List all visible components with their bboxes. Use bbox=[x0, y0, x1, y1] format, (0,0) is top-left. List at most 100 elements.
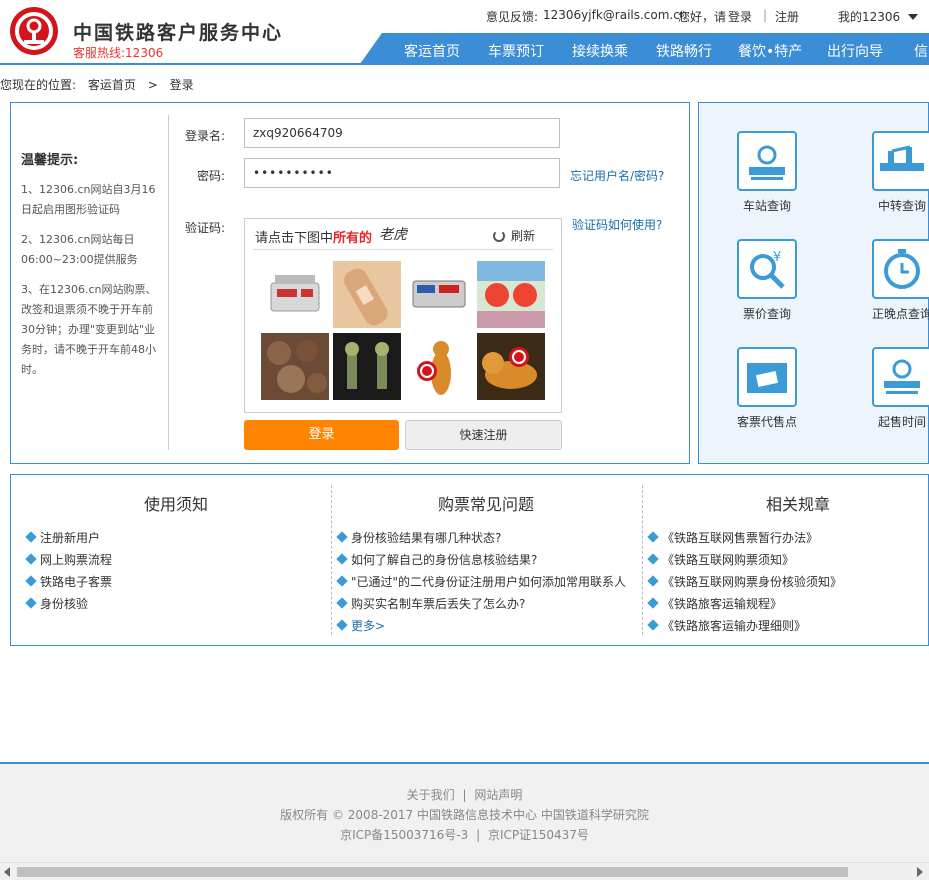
captcha-help-link[interactable]: 验证码如何使用? bbox=[572, 216, 662, 233]
info-section: 使用须知 注册新用户 网上购票流程 铁路电子客票 身份核验 购票常见问题 身份核… bbox=[10, 474, 929, 646]
station-query-label[interactable]: 车站查询 bbox=[717, 197, 817, 214]
captcha-refresh-button[interactable]: 刷新 bbox=[493, 227, 535, 244]
username-label: 登录名: bbox=[185, 129, 226, 143]
column-divider bbox=[642, 485, 643, 635]
list-item[interactable]: 网上购票流程 bbox=[25, 551, 113, 568]
captcha-image-trophies[interactable] bbox=[333, 333, 401, 400]
price-query-label[interactable]: 票价查询 bbox=[717, 305, 817, 322]
diamond-bullet-icon bbox=[336, 575, 348, 587]
list-item-text: 网上购票流程 bbox=[40, 553, 113, 567]
transfer-icon[interactable] bbox=[872, 131, 929, 191]
feedback-email-link[interactable]: 12306yjfk@rails.com.cn bbox=[543, 8, 687, 22]
transfer-query-label[interactable]: 中转查询 bbox=[852, 197, 929, 214]
usage-notice-title: 使用须知 bbox=[144, 495, 209, 514]
list-item[interactable]: 《铁路互联网购票身份核验须知》 bbox=[647, 573, 843, 590]
list-item-text: 《铁路互联网购票身份核验须知》 bbox=[662, 575, 843, 589]
more-label: 更多> bbox=[351, 619, 386, 633]
nav-railway-travel[interactable]: 铁路畅行 bbox=[656, 41, 712, 61]
horizontal-scrollbar[interactable] bbox=[0, 862, 929, 880]
more-link[interactable]: 更多> bbox=[336, 617, 386, 634]
captcha-image-scale-2[interactable] bbox=[405, 261, 473, 328]
list-item-text: 《铁路互联网购票须知》 bbox=[662, 553, 795, 567]
divider bbox=[168, 115, 169, 450]
diamond-bullet-icon bbox=[647, 619, 659, 631]
list-item[interactable]: 铁路电子客票 bbox=[25, 573, 112, 590]
railway-logo-icon[interactable] bbox=[10, 7, 58, 55]
list-item[interactable]: 身份核验结果有哪几种状态? bbox=[336, 529, 502, 546]
register-link[interactable]: 注册 bbox=[775, 8, 799, 25]
diamond-bullet-icon bbox=[647, 531, 659, 543]
list-item-text: 身份核验 bbox=[40, 597, 89, 611]
captcha-image-mushrooms[interactable] bbox=[261, 333, 329, 400]
password-input[interactable]: •••••••••• bbox=[244, 158, 560, 188]
icp-license[interactable]: 京ICP证150437号 bbox=[488, 828, 589, 842]
captcha-image-tiger[interactable] bbox=[405, 333, 473, 400]
station-icon[interactable] bbox=[737, 131, 797, 191]
list-item[interactable]: "已通过"的二代身份证注册用户如何添加常用联系人 bbox=[336, 573, 627, 590]
breadcrumb-home[interactable]: 客运首页 bbox=[88, 78, 136, 92]
captcha-image-tiger-2[interactable] bbox=[477, 333, 545, 400]
list-item[interactable]: 购买实名制车票后丢失了怎么办? bbox=[336, 595, 526, 612]
tip-item: 1、12306.cn网站自3月16日起启用图形验证码 bbox=[21, 183, 156, 216]
username-input[interactable]: zxq920664709 bbox=[244, 118, 560, 148]
list-item[interactable]: 《铁路互联网售票暂行办法》 bbox=[647, 529, 819, 546]
my12306-menu[interactable]: 我的12306 bbox=[838, 8, 919, 25]
diamond-bullet-icon bbox=[647, 553, 659, 565]
list-item[interactable]: 如何了解自己的身份信息核验结果? bbox=[336, 551, 538, 568]
captcha-prompt-emphasis: 所有的 bbox=[333, 231, 373, 246]
forgot-password-link[interactable]: 忘记用户名/密码? bbox=[570, 167, 664, 184]
icp-record[interactable]: 京ICP备15003716号-3 bbox=[340, 828, 468, 842]
ticket-agency-label[interactable]: 客票代售点 bbox=[717, 413, 817, 430]
list-item-text: 如何了解自己的身份信息核验结果? bbox=[351, 553, 538, 567]
delay-query-label[interactable]: 正晚点查询 bbox=[852, 305, 929, 322]
list-item-text: 注册新用户 bbox=[40, 531, 101, 545]
diamond-bullet-icon bbox=[25, 553, 37, 565]
nav-transfer[interactable]: 接续换乘 bbox=[572, 41, 628, 61]
list-item[interactable]: 《铁路旅客运输办理细则》 bbox=[647, 617, 806, 634]
nav-booking[interactable]: 车票预订 bbox=[488, 41, 544, 61]
list-item[interactable]: 身份核验 bbox=[25, 595, 89, 612]
login-button[interactable]: 登录 bbox=[244, 420, 399, 450]
list-item-text: 身份核验结果有哪几种状态? bbox=[351, 531, 502, 545]
tip-item: 3、在12306.cn网站购票、改签和退票须不晚于开车前30分钟；办理"变更到站… bbox=[21, 283, 157, 376]
price-search-icon[interactable]: ¥ bbox=[737, 239, 797, 299]
login-link[interactable]: 登录 bbox=[728, 8, 752, 25]
header: 中国铁路客户服务中心 客服热线:12306 意见反馈: 12306yjfk@ra… bbox=[0, 0, 929, 64]
sale-time-label[interactable]: 起售时间 bbox=[852, 413, 929, 430]
scroll-right-icon[interactable] bbox=[917, 867, 923, 877]
captcha-image-poster[interactable] bbox=[477, 261, 545, 328]
list-item[interactable]: 注册新用户 bbox=[25, 529, 101, 546]
faq-title: 购票常见问题 bbox=[438, 495, 535, 514]
quick-register-button[interactable]: 快速注册 bbox=[405, 420, 562, 450]
quick-links-panel: 车站查询 中转查询 ¥ 票价查询 正晚点查询 客票代售点 起售时间 bbox=[698, 102, 929, 464]
nav-underline bbox=[0, 63, 929, 65]
scroll-left-icon[interactable] bbox=[4, 867, 10, 877]
list-item[interactable]: 《铁路互联网购票须知》 bbox=[647, 551, 795, 568]
list-item-text: "已通过"的二代身份证注册用户如何添加常用联系人 bbox=[351, 575, 627, 589]
diamond-bullet-icon bbox=[336, 531, 348, 543]
diamond-bullet-icon bbox=[25, 575, 37, 587]
nav-info[interactable]: 信 bbox=[914, 41, 928, 61]
ticket-agency-icon[interactable] bbox=[737, 347, 797, 407]
diamond-bullet-icon bbox=[336, 553, 348, 565]
about-link[interactable]: 关于我们 bbox=[407, 788, 455, 802]
breadcrumb: 您现在的位置: 客运首页 > 登录 bbox=[0, 76, 202, 93]
list-item[interactable]: 《铁路旅客运输规程》 bbox=[647, 595, 782, 612]
svg-text:¥: ¥ bbox=[773, 250, 781, 265]
nav-guide[interactable]: 出行向导 bbox=[827, 41, 883, 61]
nav-home[interactable]: 客运首页 bbox=[404, 41, 460, 61]
captcha-prompt: 请点击下图中所有的 bbox=[255, 227, 372, 246]
captcha-label: 验证码: bbox=[185, 221, 226, 235]
sale-time-icon[interactable] bbox=[872, 347, 929, 407]
list-item-text: 《铁路互联网售票暂行办法》 bbox=[662, 531, 819, 545]
list-item-text: 购买实名制车票后丢失了怎么办? bbox=[351, 597, 526, 611]
captcha-image-scale[interactable] bbox=[261, 261, 329, 328]
footer-links: 关于我们 | 网站声明 bbox=[0, 786, 929, 803]
nav-food[interactable]: 餐饮•特产 bbox=[738, 41, 802, 61]
diamond-bullet-icon bbox=[25, 597, 37, 609]
clock-icon[interactable] bbox=[872, 239, 929, 299]
scrollbar-thumb[interactable] bbox=[17, 867, 848, 877]
captcha-image-bandage[interactable] bbox=[333, 261, 401, 328]
tips-title: 温馨提示: bbox=[21, 153, 79, 168]
statement-link[interactable]: 网站声明 bbox=[474, 788, 522, 802]
